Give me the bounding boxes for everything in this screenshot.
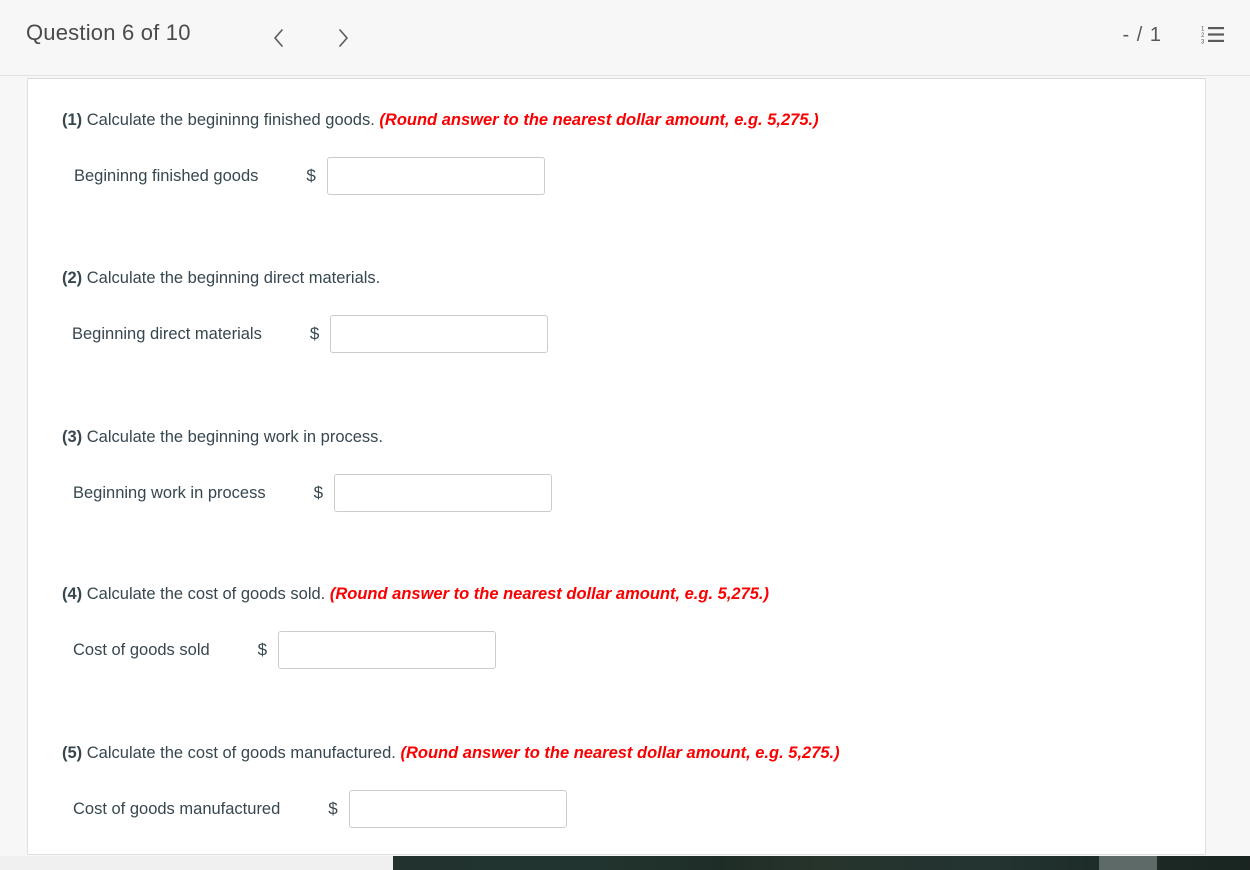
question-text: Calculate the begininng finished goods. [86, 111, 375, 129]
question-prompt: (5) Calculate the cost of goods manufact… [62, 742, 1205, 764]
answer-label: Cost of goods manufactured [73, 799, 281, 818]
next-question-button[interactable] [322, 18, 364, 58]
question-part-4: (4) Calculate the cost of goods sold. (R… [28, 583, 1205, 670]
svg-text:1: 1 [1201, 26, 1205, 32]
answer-input-3[interactable] [334, 474, 553, 513]
currency-symbol: $ [306, 166, 316, 186]
answer-row: Cost of goods sold $ [28, 631, 1205, 670]
rounding-note: (Round answer to the nearest dollar amou… [329, 585, 770, 603]
answer-input-5[interactable] [348, 790, 567, 829]
header-right-group: - / 1 1 2 3 [1123, 18, 1230, 52]
currency-symbol: $ [328, 799, 338, 819]
question-text: Calculate the beginning direct materials… [86, 269, 381, 287]
question-part-1: (1) Calculate the begininng finished goo… [28, 109, 1205, 196]
question-number: (1) [62, 111, 83, 129]
question-text: Calculate the beginning work in process. [86, 428, 384, 446]
score-indicator: - / 1 [1122, 23, 1162, 46]
answer-input-2[interactable] [330, 315, 549, 354]
question-prompt: (1) Calculate the begininng finished goo… [62, 109, 1205, 131]
bottom-dark-band [393, 856, 1250, 870]
question-prompt: (2) Calculate the beginning direct mater… [62, 267, 1205, 289]
question-header-bar: Question 6 of 10 - / 1 1 2 3 [0, 0, 1250, 76]
answer-label: Cost of goods sold [73, 640, 210, 659]
rounding-note: (Round answer to the nearest dollar amou… [400, 744, 840, 762]
question-prompt: (3) Calculate the beginning work in proc… [62, 426, 1205, 448]
bottom-edge-strip [0, 856, 1250, 870]
answer-row: Beginning work in process $ [28, 474, 1205, 513]
question-number: (2) [62, 269, 83, 287]
currency-symbol: $ [313, 483, 324, 503]
page-title: Question 6 of 10 [26, 20, 191, 45]
rounding-note: (Round answer to the nearest dollar amou… [379, 111, 819, 129]
answer-row: Beginning direct materials $ [28, 315, 1205, 354]
question-number: (4) [62, 585, 83, 603]
question-content-card: (1) Calculate the begininng finished goo… [27, 78, 1206, 855]
currency-symbol: $ [309, 324, 320, 344]
answer-label: Beginning work in process [73, 483, 266, 502]
previous-question-button[interactable] [258, 18, 300, 58]
answer-input-1[interactable] [326, 157, 545, 196]
question-part-5: (5) Calculate the cost of goods manufact… [28, 742, 1205, 829]
svg-text:2: 2 [1201, 33, 1205, 39]
chevron-left-icon [271, 27, 287, 49]
question-number: (5) [62, 744, 83, 762]
answer-row: Cost of goods manufactured $ [28, 790, 1205, 829]
svg-text:3: 3 [1201, 39, 1205, 44]
answer-label: Begininng finished goods [74, 166, 259, 185]
question-part-2: (2) Calculate the beginning direct mater… [28, 267, 1205, 354]
question-list-button[interactable]: 1 2 3 [1196, 18, 1230, 52]
answer-row: Begininng finished goods $ [28, 157, 1205, 196]
numbered-list-icon: 1 2 3 [1201, 24, 1225, 47]
answer-label: Beginning direct materials [72, 324, 262, 343]
answer-input-4[interactable] [278, 631, 497, 670]
bottom-band-highlight [1099, 856, 1157, 870]
question-part-3: (3) Calculate the beginning work in proc… [28, 426, 1205, 513]
question-text: Calculate the cost of goods sold. [86, 585, 326, 603]
chevron-right-icon [335, 27, 351, 49]
question-navigation [258, 18, 364, 58]
question-prompt: (4) Calculate the cost of goods sold. (R… [62, 583, 1205, 605]
question-number: (3) [62, 428, 83, 446]
question-text: Calculate the cost of goods manufactured… [86, 744, 396, 762]
currency-symbol: $ [257, 640, 268, 660]
